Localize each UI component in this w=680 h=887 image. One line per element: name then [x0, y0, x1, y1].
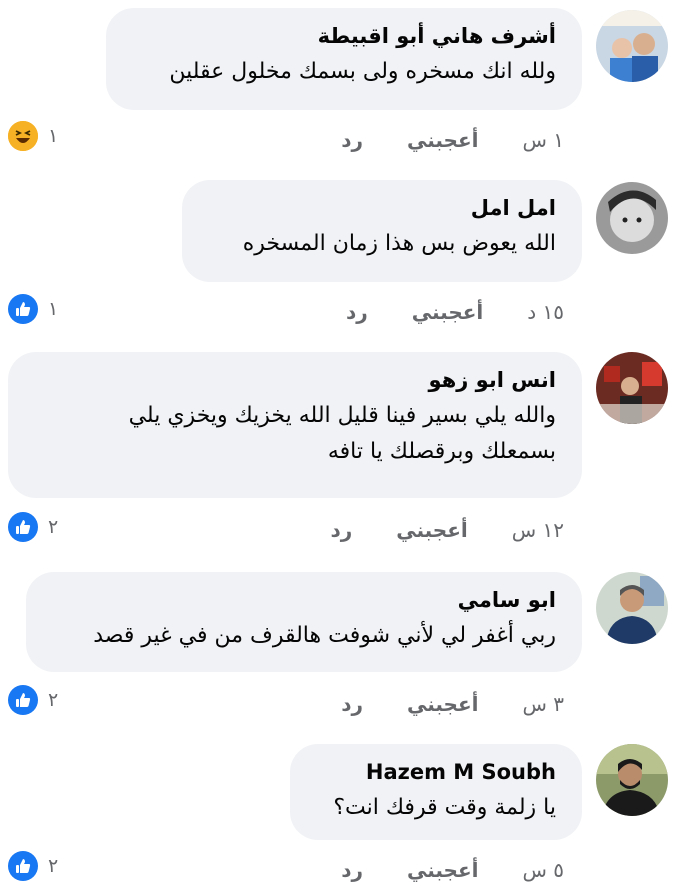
comment-actions: ٥ س أعجبني رد — [341, 858, 564, 882]
like-button[interactable]: أعجبني — [412, 300, 484, 324]
comment-text: ولله انك مسخره ولى بسمك مخلول عقلين — [128, 54, 556, 90]
like-icon — [8, 294, 38, 324]
comment-time[interactable]: ١٥ د — [527, 300, 564, 324]
avatar[interactable] — [596, 10, 668, 82]
reply-button[interactable]: رد — [341, 692, 363, 716]
comment-bubble: أشرف هاني أبو اقبيطة ولله انك مسخره ولى … — [106, 8, 582, 110]
comment-author[interactable]: ابو سامي — [48, 586, 556, 614]
like-button[interactable]: أعجبني — [396, 518, 468, 542]
comment-text: يا زلمة وقت قرفك انت؟ — [312, 790, 556, 826]
like-icon — [8, 685, 38, 715]
reaction-summary[interactable]: ٢ — [8, 685, 58, 715]
comment-author[interactable]: أشرف هاني أبو اقبيطة — [128, 22, 556, 50]
comment-time[interactable]: ١٢ س — [512, 518, 564, 542]
comment-author[interactable]: انس ابو زهو — [30, 366, 556, 394]
comment-time[interactable]: ١ س — [522, 128, 564, 152]
reaction-count: ١ — [48, 298, 59, 320]
avatar[interactable] — [596, 352, 668, 424]
comment-bubble: امل امل الله يعوض بس هذا زمان المسخره — [182, 180, 582, 282]
comment-time[interactable]: ٥ س — [522, 858, 564, 882]
like-button[interactable]: أعجبني — [407, 692, 479, 716]
comment-text: الله يعوض بس هذا زمان المسخره — [204, 226, 556, 262]
haha-icon — [8, 121, 38, 151]
like-button[interactable]: أعجبني — [407, 858, 479, 882]
comment-line: ربي أغفر لي لأني شوفت هالقرف من في غير ق… — [93, 623, 556, 648]
comment-bubble: ابو سامي ربي أغفر لي لأني شوفت هالقرف من… — [26, 572, 582, 672]
comment-author[interactable]: امل امل — [204, 194, 556, 222]
comment-author[interactable]: Hazem M Soubh — [312, 758, 556, 786]
comment-line: يا زلمة وقت قرفك انت؟ — [333, 795, 556, 820]
avatar[interactable] — [596, 744, 668, 816]
reply-button[interactable]: رد — [341, 858, 363, 882]
like-button[interactable]: أعجبني — [407, 128, 479, 152]
comment-actions: ١٥ د أعجبني رد — [346, 300, 564, 324]
reply-button[interactable]: رد — [330, 518, 352, 542]
reaction-summary[interactable]: ١ — [8, 294, 58, 324]
like-icon — [8, 851, 38, 881]
reaction-summary[interactable]: ٢ — [8, 851, 58, 881]
comment-actions: ١٢ س أعجبني رد — [330, 518, 564, 542]
avatar[interactable] — [596, 182, 668, 254]
comment-time[interactable]: ٣ س — [522, 692, 564, 716]
comment-line: والله يلي بسير فينا قليل الله يخزيك ويخز… — [128, 403, 556, 428]
comment-text: والله يلي بسير فينا قليل الله يخزيك ويخز… — [30, 398, 556, 470]
reply-button[interactable]: رد — [346, 300, 368, 324]
reaction-count: ١ — [48, 125, 59, 147]
reaction-count: ٢ — [48, 855, 59, 877]
comment-bubble: انس ابو زهو والله يلي بسير فينا قليل الل… — [8, 352, 582, 498]
reaction-summary[interactable]: ٢ — [8, 512, 58, 542]
avatar[interactable] — [596, 572, 668, 644]
reaction-count: ٢ — [48, 689, 59, 711]
comment-bubble: Hazem M Soubh يا زلمة وقت قرفك انت؟ — [290, 744, 582, 840]
comment-line: الله يعوض بس هذا زمان المسخره — [242, 231, 556, 256]
reaction-count: ٢ — [48, 516, 59, 538]
comment-actions: ٣ س أعجبني رد — [341, 692, 564, 716]
comment-actions: ١ س أعجبني رد — [341, 128, 564, 152]
like-icon — [8, 512, 38, 542]
reaction-summary[interactable]: ١ — [8, 121, 58, 151]
reply-button[interactable]: رد — [341, 128, 363, 152]
comment-line: بسمعلك وبرقصلك يا تافه — [327, 439, 556, 464]
comment-line: ولله انك مسخره ولى بسمك مخلول عقلين — [169, 59, 556, 84]
comment-text: ربي أغفر لي لأني شوفت هالقرف من في غير ق… — [48, 618, 556, 654]
